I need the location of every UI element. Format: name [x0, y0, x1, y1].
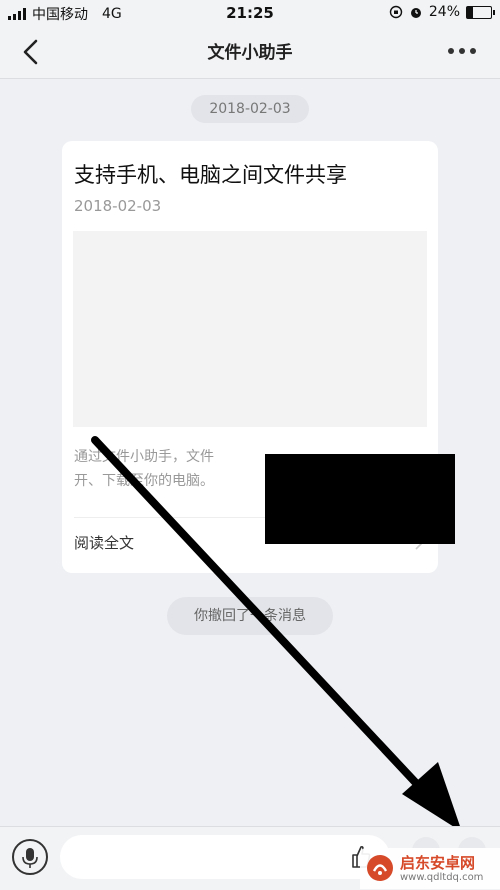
battery-percent: 24% — [428, 4, 460, 20]
nav-bar: 文件小助手 — [0, 26, 500, 79]
article-title: 支持手机、电脑之间文件共享 — [74, 163, 347, 187]
watermark-logo-icon — [367, 855, 393, 881]
watermark-url: www.qdltdq.com — [400, 872, 484, 883]
more-dots-icon[interactable] — [448, 48, 476, 54]
voice-button[interactable] — [12, 839, 48, 875]
chevron-left-icon[interactable] — [18, 38, 44, 66]
read-all-link[interactable]: 阅读全文 — [74, 532, 134, 553]
article-date: 2018-02-03 — [74, 197, 162, 215]
date-divider: 2018-02-03 — [191, 95, 309, 123]
status-bar: 中国移动 4G 21:25 24% — [0, 0, 500, 26]
article-image-placeholder — [73, 231, 427, 427]
message-input[interactable] — [60, 835, 390, 879]
description-line: 通过文件小助手，文件 — [74, 449, 214, 465]
watermark-name: 启东安卓网 — [400, 854, 476, 872]
battery-fill — [467, 6, 473, 18]
watermark: 启东安卓网 www.qdltdq.com — [360, 848, 500, 889]
page-title: 文件小助手 — [207, 43, 293, 63]
chat-area[interactable]: 2018-02-03 支持手机、电脑之间文件共享 2018-02-03 通过文件… — [0, 79, 500, 825]
battery-icon — [466, 5, 495, 19]
description-line: 开、下载至你的电脑。 — [74, 473, 214, 489]
microphone-icon — [22, 848, 38, 868]
status-right: 24% — [389, 4, 495, 20]
redaction-block — [265, 454, 455, 544]
orientation-lock-icon — [389, 5, 403, 19]
alarm-icon — [410, 8, 421, 18]
recall-notice: 你撤回了一条消息 — [167, 597, 333, 635]
